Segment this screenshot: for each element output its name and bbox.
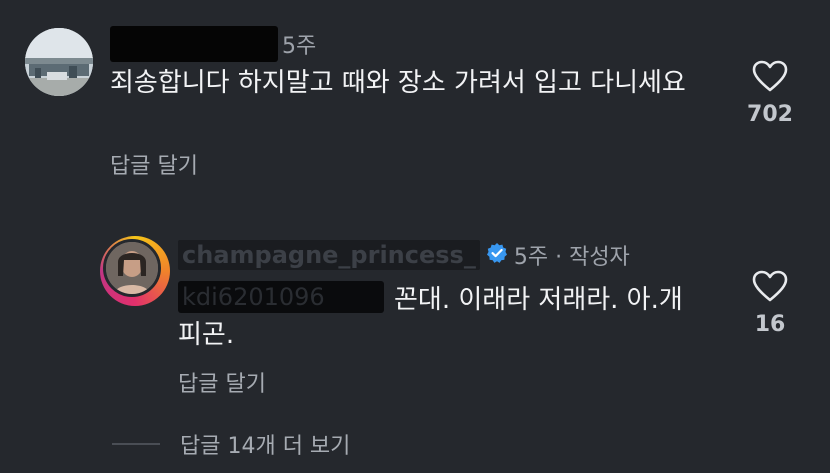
reply-text-line: kdi6201096 꼰대. 이래라 저래라. 아.개 [178,280,683,315]
avatar-story-ring[interactable] [100,236,170,306]
reply-text-continued: 피곤. [178,320,235,350]
like-count: 16 [754,312,786,337]
comments-panel: 5주 죄송합니다 하지말고 때와 장소 가려서 입고 다니세요 답글 달기 70… [0,0,830,473]
username[interactable]: champagne_princess_ [178,240,480,270]
like-control: 702 [745,60,795,127]
avatar [103,239,161,297]
reply-time: 5주 · 작성자 [513,245,630,270]
reply-button[interactable]: 답글 달기 [178,366,266,398]
heart-icon[interactable] [752,60,788,92]
like-count: 702 [747,102,793,127]
comment: 5주 죄송합니다 하지말고 때와 장소 가려서 입고 다니세요 답글 달기 70… [0,0,830,200]
author-badge: 작성자 [569,245,630,270]
comment-header: 5주 [110,26,316,62]
reply-text: 꼰대. 이래라 저래라. 아.개 [394,284,683,315]
like-control: 16 [745,270,795,337]
reply-button[interactable]: 답글 달기 [110,148,198,180]
comment-text: 죄송합니다 하지말고 때와 장소 가려서 입고 다니세요 [110,68,686,98]
heart-icon[interactable] [752,270,788,302]
divider [112,443,160,445]
reply-header: champagne_princess_ 5주 · 작성자 [178,238,630,272]
reply-time-value: 5주 [513,245,549,270]
avatar-photo [106,242,158,294]
view-more-replies-label: 답글 14개 더 보기 [180,434,351,459]
comment-time: 5주 [282,34,317,59]
redacted-mention[interactable]: kdi6201096 [178,281,384,313]
view-more-replies[interactable]: 답글 14개 더 보기 [112,428,350,460]
verified-badge-icon [486,242,508,268]
avatar-photo [25,28,93,96]
redacted-username [110,26,278,62]
avatar[interactable] [25,28,93,96]
